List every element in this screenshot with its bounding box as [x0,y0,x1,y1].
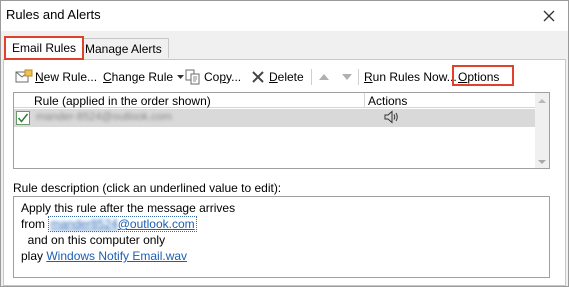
change-rule-accel: C [103,70,112,84]
column-header-actions[interactable]: Actions [368,94,407,108]
run-rules-now-button[interactable]: Run Rules Now... [364,67,457,87]
description-line-trigger: Apply this rule after the message arrive… [21,201,236,215]
rules-and-alerts-dialog: Rules and Alerts Email Rules Manage Aler… [0,0,569,287]
description-line-from: from mander8524@outlook.com [21,216,549,232]
rule-name: mander-8524@outlook.com [36,111,172,123]
copy-icon [185,69,200,85]
speaker-icon [384,110,400,127]
description-line-play: play Windows Notify Email.wav [21,248,549,264]
toolbar-divider [358,69,359,85]
description-line-computer: and on this computer only [21,233,166,247]
scroll-down-button[interactable] [537,156,547,166]
copy-label: y... [226,70,242,84]
delete-button[interactable]: Delete [251,67,304,87]
tab-email-rules[interactable]: Email Rules [4,36,85,60]
close-button[interactable] [538,5,560,27]
tab-strip: Email Rules Manage Alerts [1,36,568,60]
new-rule-button[interactable]: New Rule... [15,67,97,87]
scroll-up-button[interactable] [537,95,547,105]
run-rules-label: un Rules Now... [372,70,457,84]
change-rule-button[interactable]: Change Rule [103,67,185,87]
from-prefix: from [21,217,45,231]
move-up-button[interactable] [318,67,330,87]
column-divider[interactable] [364,93,365,108]
rule-enabled-checkbox[interactable] [16,111,30,125]
delete-icon [252,71,264,83]
play-prefix: play [21,249,44,263]
rule-description-label: Rule description (click an underlined va… [13,181,282,195]
delete-accel: D [269,70,278,84]
column-header-rule[interactable]: Rule (applied in the order shown) [34,94,211,108]
sender-address-blurred: mander8524 [50,217,118,231]
scroll-down-icon [538,160,546,164]
list-header: Rule (applied in the order shown) Action… [14,93,536,108]
rule-description-box: Apply this rule after the message arrive… [13,196,550,278]
new-rule-label: ew Rule... [43,70,98,84]
rules-list[interactable]: Rule (applied in the order shown) Action… [13,92,550,169]
title-bar: Rules and Alerts [1,1,568,31]
arrow-up-icon [319,74,329,80]
copy-accel: p [219,70,227,84]
close-icon [543,10,555,22]
vertical-scrollbar[interactable] [535,93,549,168]
options-highlight [452,65,514,86]
change-rule-label: hange Rule [111,70,174,84]
new-rule-icon [15,69,33,83]
sound-file-link[interactable]: Windows Notify Email.wav [46,249,187,263]
arrow-down-icon [342,74,352,80]
sender-domain: @outlook.com [117,217,195,231]
run-rules-accel: R [364,70,373,84]
sender-address-link[interactable]: mander8524@outlook.com [48,216,197,232]
delete-label: elete [277,70,304,84]
toolbar-divider [311,69,312,85]
scroll-up-icon [538,99,546,103]
copy-label-pre: Co [204,70,220,84]
chevron-down-icon [177,75,185,79]
window-title: Rules and Alerts [6,7,101,22]
copy-button[interactable]: Co p y... [185,67,241,87]
table-row[interactable]: mander-8524@outlook.com [14,109,536,127]
tab-manage-alerts[interactable]: Manage Alerts [78,38,169,58]
new-rule-accel: N [35,70,44,84]
move-down-button[interactable] [341,67,353,87]
checkmark-icon [17,113,29,123]
